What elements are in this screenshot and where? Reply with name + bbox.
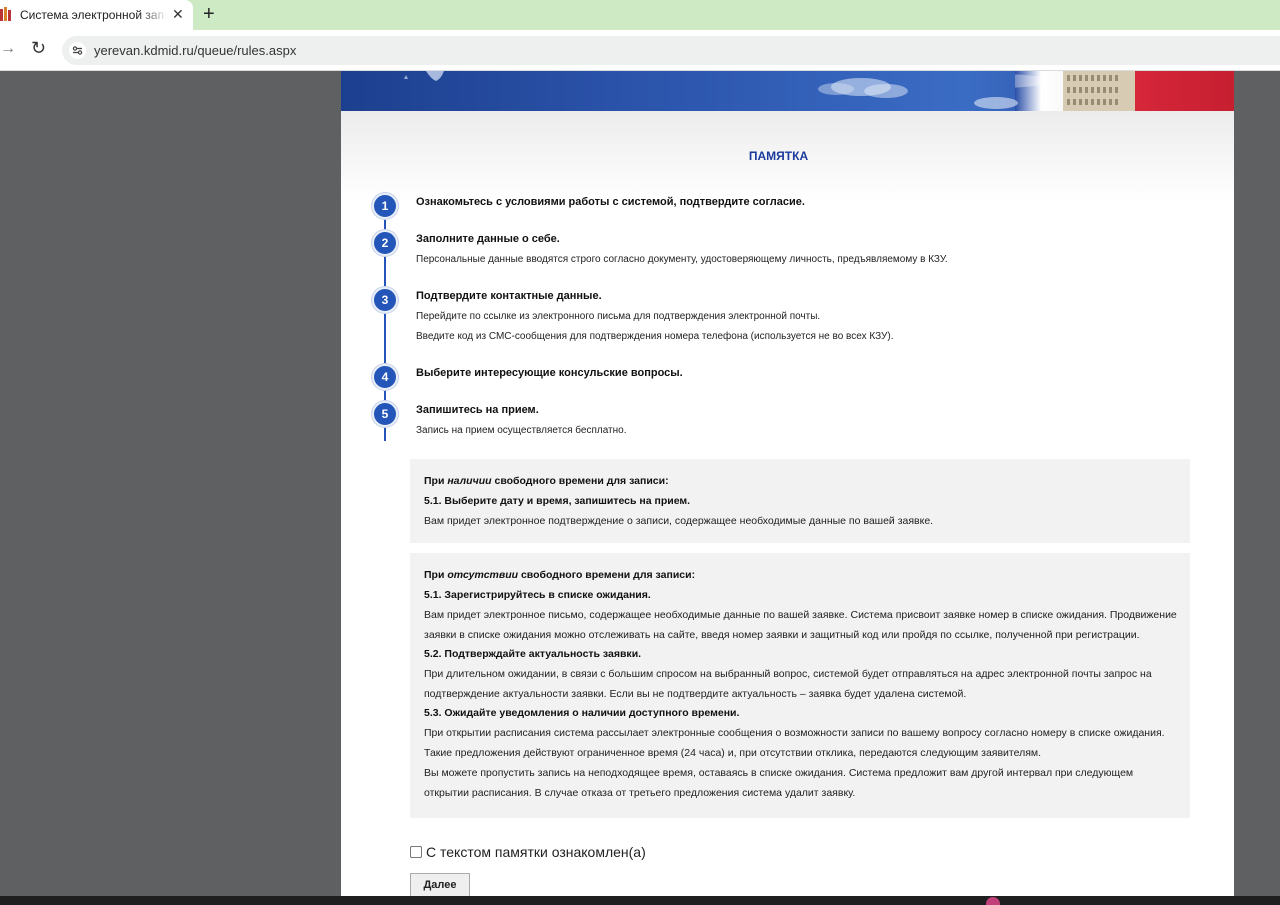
os-taskbar: [0, 896, 1280, 905]
browser-toolbar: → ↻ yerevan.kdmid.ru/queue/rules.aspx: [0, 30, 1280, 71]
step-number-5: 5: [372, 401, 398, 427]
next-button[interactable]: Далее: [410, 873, 470, 896]
box-unavailable-s1-line2: заявки в списке ожидания можно отслежива…: [424, 629, 1140, 641]
box-unavailable-s3-line2: Такие предложения действуют ограниченное…: [424, 747, 1042, 759]
forward-icon[interactable]: →: [0, 40, 16, 58]
agree-row: С текстом памятки ознакомлен(а): [410, 844, 646, 860]
box-unavailable-s3-title: 5.3. Ожидайте уведомления о наличии дост…: [424, 707, 740, 719]
new-tab-icon[interactable]: +: [203, 3, 215, 25]
box-unavailable-s3-line3: Вы можете пропустить запись на неподходя…: [424, 767, 1134, 779]
box-available-heading: При наличии свободного времени для запис…: [424, 475, 669, 487]
cloud-decoration-icon: [818, 78, 908, 98]
box-unavailable-heading: При отсутствии свободного времени для за…: [424, 569, 696, 581]
info-box-available: При наличии свободного времени для запис…: [410, 459, 1190, 543]
reload-icon[interactable]: ↻: [31, 38, 46, 59]
address-bar[interactable]: yerevan.kdmid.ru/queue/rules.aspx: [62, 36, 1280, 65]
step-title-5: Запишитесь на прием.: [416, 404, 539, 416]
step-title-1: Ознакомьтесь с условиями работы с систем…: [416, 196, 805, 208]
site-favicon-icon: [0, 7, 11, 21]
step-title-2: Заполните данные о себе.: [416, 233, 560, 245]
step-text-2-1: Персональные данные вводятся строго согл…: [416, 254, 948, 265]
emblem-icon: [404, 71, 444, 81]
box-unavailable-s2-title: 5.2. Подтверждайте актуальность заявки.: [424, 648, 642, 660]
box-unavailable-s1-line1: Вам придет электронное письмо, содержаще…: [424, 609, 1177, 621]
step-number-3: 3: [372, 287, 398, 313]
site-info-icon[interactable]: [69, 42, 86, 59]
box-unavailable-s3-line1: При открытии расписания система рассылае…: [424, 727, 1165, 739]
box-available-subheading: 5.1. Выберите дату и время, запишитесь н…: [424, 495, 691, 507]
box-available-text: Вам придет электронное подтверждение о з…: [424, 515, 934, 527]
page-title: ПАМЯТКА: [748, 149, 809, 163]
box-unavailable-s3-line4: открытии расписания. В случае отказа от …: [424, 787, 856, 799]
step-text-3-2: Введите код из СМС-сообщения для подтвер…: [416, 331, 894, 342]
tab-title-fade: [140, 4, 168, 26]
flag-building-image: [1015, 71, 1234, 111]
step-text-5-1: Запись на прием осуществляется бесплатно…: [416, 425, 627, 436]
header-banner: [341, 71, 1234, 111]
url-text[interactable]: yerevan.kdmid.ru/queue/rules.aspx: [94, 43, 296, 58]
step-title-4: Выберите интересующие консульские вопрос…: [416, 367, 683, 379]
step-number-4: 4: [372, 364, 398, 390]
cloud-small-icon: [974, 97, 1018, 109]
agree-label[interactable]: С текстом памятки ознакомлен(а): [426, 844, 646, 860]
step-text-3-1: Перейдите по ссылке из электронного пись…: [416, 311, 821, 322]
page-content: ПАМЯТКА 1 Ознакомьтесь с условиями работ…: [341, 71, 1234, 896]
box-unavailable-s2-line2: подтверждение актуальности заявки. Если …: [424, 688, 967, 700]
info-box-unavailable: При отсутствии свободного времени для за…: [410, 553, 1190, 818]
agree-checkbox[interactable]: [410, 846, 422, 858]
browser-tabstrip: Система электронной записи ✕ +: [0, 0, 1280, 30]
box-unavailable-s2-line1: При длительном ожидании, в связи с больш…: [424, 668, 1152, 680]
browser-tab[interactable]: Система электронной записи ✕: [0, 0, 193, 30]
step-number-1: 1: [372, 193, 398, 219]
step-title-3: Подтвердите контактные данные.: [416, 290, 602, 302]
step-number-2: 2: [372, 230, 398, 256]
box-unavailable-s1-title: 5.1. Зарегистрируйтесь в списке ожидания…: [424, 589, 651, 601]
taskbar-app-icon[interactable]: [986, 897, 1000, 905]
tab-close-icon[interactable]: ✕: [172, 5, 184, 23]
